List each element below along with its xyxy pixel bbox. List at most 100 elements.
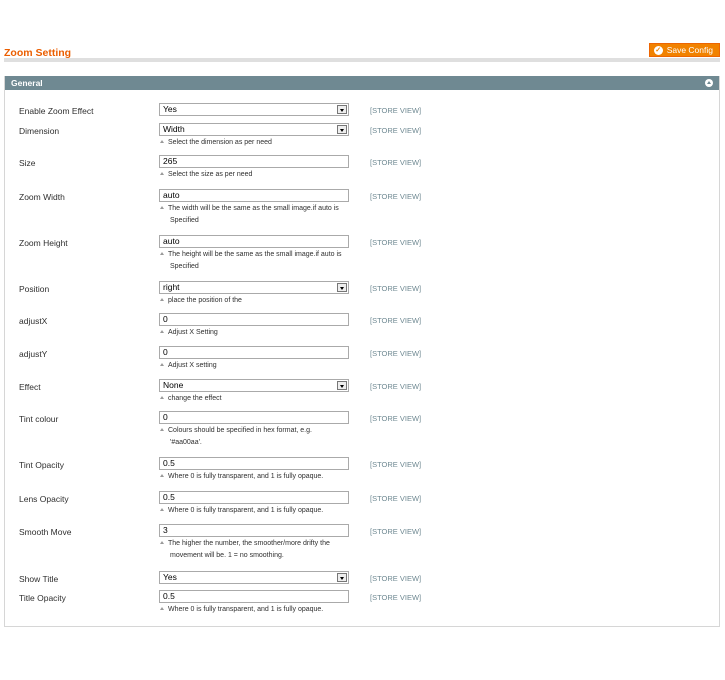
dropdown-arrow-icon[interactable] [337,283,347,292]
lens-opacity-input[interactable]: 0.5 [159,491,349,504]
field-label-smooth-move: Smooth Move [19,527,72,537]
note-text: Colours should be specified in hex forma… [168,427,312,434]
note-text: movement will be. 1 = no smoothing. [170,552,284,559]
field-label-dimension: Dimension [19,126,60,136]
position-value: right [163,282,180,292]
note-arrow-icon [160,330,164,333]
field-label-title-opacity: Title Opacity [19,593,66,603]
field-label-zoom-height: Zoom Height [19,238,68,248]
checkmark-icon: ✓ [653,45,663,55]
note-arrow-icon [160,140,164,143]
section-title: General [11,78,43,88]
dimension-select[interactable]: Width [159,123,349,136]
note-arrow-icon [160,474,164,477]
zoom-height-value: auto [163,236,180,246]
scope-label: [STORE VIEW] [370,349,422,358]
size-input[interactable]: 265 [159,155,349,168]
show-title-select[interactable]: Yes [159,571,349,584]
field-label-adjustx: adjustX [19,316,48,326]
field-note: Colours should be specified in hex forma… [160,425,360,449]
zoom-height-input[interactable]: auto [159,235,349,248]
scope-label: [STORE VIEW] [370,238,422,247]
field-label-adjusty: adjustY [19,349,48,359]
effect-select[interactable]: None [159,379,349,392]
field-note: The height will be the same as the small… [160,249,360,273]
field-label-effect: Effect [19,382,41,392]
scope-label: [STORE VIEW] [370,527,422,536]
tint-opacity-value: 0.5 [163,458,175,468]
scope-label: [STORE VIEW] [370,414,422,423]
zoom-width-input[interactable]: auto [159,189,349,202]
scope-label: [STORE VIEW] [370,158,422,167]
field-note: Adjust X setting [160,360,360,372]
scope-label: [STORE VIEW] [370,382,422,391]
dropdown-arrow-icon[interactable] [337,105,347,114]
title-opacity-value: 0.5 [163,591,175,601]
collapse-icon[interactable] [705,79,713,87]
field-label-tint-colour: Tint colour [19,414,59,424]
dropdown-arrow-icon[interactable] [337,573,347,582]
field-label-lens-opacity: Lens Opacity [19,494,69,504]
page-header: Zoom Setting ✓ Save Config [4,42,720,62]
note-text: '#aa00aa'. [170,439,202,446]
scope-label: [STORE VIEW] [370,574,422,583]
note-arrow-icon [160,206,164,209]
scope-label: [STORE VIEW] [370,316,422,325]
note-text: change the effect [168,395,222,402]
dropdown-arrow-icon[interactable] [337,381,347,390]
note-arrow-icon [160,428,164,431]
note-text: Where 0 is fully transparent, and 1 is f… [168,507,324,514]
field-note: Where 0 is fully transparent, and 1 is f… [160,471,360,483]
tint-colour-value: 0 [163,412,168,422]
field-label-position: Position [19,284,50,294]
enable-zoom-effect-select[interactable]: Yes [159,103,349,116]
title-opacity-input[interactable]: 0.5 [159,590,349,603]
field-label-show-title: Show Title [19,574,59,584]
effect-value: None [163,380,184,390]
field-note: Select the dimension as per need [160,137,360,149]
smooth-move-value: 3 [163,525,168,535]
field-label-tint-opacity: Tint Opacity [19,460,65,470]
note-text: The higher the number, the smoother/more… [168,540,330,547]
dimension-value: Width [163,124,185,134]
section-header-general[interactable]: General [5,76,719,90]
tint-colour-input[interactable]: 0 [159,411,349,424]
field-label-zoom-width: Zoom Width [19,192,65,202]
scope-label: [STORE VIEW] [370,106,422,115]
field-label-enable-zoom-effect: Enable Zoom Effect [19,106,94,116]
scope-label: [STORE VIEW] [370,460,422,469]
note-arrow-icon [160,172,164,175]
note-text: Select the dimension as per need [168,139,272,146]
zoom-width-value: auto [163,190,180,200]
scope-label: [STORE VIEW] [370,284,422,293]
adjusty-input[interactable]: 0 [159,346,349,359]
note-text: Where 0 is fully transparent, and 1 is f… [168,473,324,480]
field-label-size: Size [19,158,36,168]
save-config-button[interactable]: ✓ Save Config [648,43,720,57]
position-select[interactable]: right [159,281,349,294]
note-text: Where 0 is fully transparent, and 1 is f… [168,606,324,613]
note-arrow-icon [160,252,164,255]
page-title: Zoom Setting [4,47,72,59]
adjustx-value: 0 [163,314,168,324]
field-note: The width will be the same as the small … [160,203,360,227]
note-arrow-icon [160,363,164,366]
note-text: Adjust X Setting [168,329,218,336]
lens-opacity-value: 0.5 [163,492,175,502]
note-text: place the position of the [168,297,242,304]
size-value: 265 [163,156,178,166]
note-arrow-icon [160,298,164,301]
scope-label: [STORE VIEW] [370,494,422,503]
note-arrow-icon [160,508,164,511]
adjustx-input[interactable]: 0 [159,313,349,326]
tint-opacity-input[interactable]: 0.5 [159,457,349,470]
note-text: Specified [170,263,199,270]
show-title-value: Yes [163,572,177,582]
scope-label: [STORE VIEW] [370,192,422,201]
field-note: Select the size as per need [160,169,360,181]
dropdown-arrow-icon[interactable] [337,125,347,134]
smooth-move-input[interactable]: 3 [159,524,349,537]
field-note: The higher the number, the smoother/more… [160,538,360,562]
scope-label: [STORE VIEW] [370,593,422,602]
field-note: Adjust X Setting [160,327,360,339]
